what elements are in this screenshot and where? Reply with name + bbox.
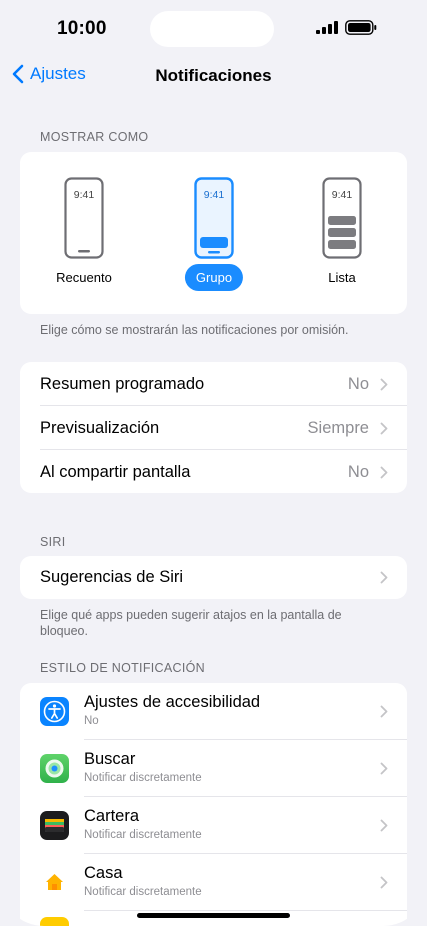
section-header-display-as: MOSTRAR COMO <box>40 130 149 144</box>
display-option-group-time: 9:41 <box>203 189 225 201</box>
chevron-right-icon <box>380 705 388 718</box>
row-screen-sharing-label: Al compartir pantalla <box>40 462 191 481</box>
app-name: Ajustes de accesibilidad <box>84 693 261 711</box>
display-option-count-time: 9:41 <box>73 189 95 201</box>
home-indicator[interactable] <box>137 913 290 918</box>
status-time: 10:00 <box>57 18 107 39</box>
chevron-right-icon <box>380 571 388 584</box>
row-scheduled-summary-value: No <box>347 374 369 393</box>
display-option-list[interactable]: 9:41 Lista <box>282 152 402 314</box>
display-option-count-label: Recuento <box>56 270 112 285</box>
row-screen-sharing[interactable]: Al compartir pantalla No <box>20 450 407 493</box>
app-row-accessibility[interactable]: Ajustes de accesibilidad No <box>20 683 407 740</box>
row-preview-value: Siempre <box>307 418 369 437</box>
chevron-right-icon <box>380 466 388 478</box>
phone-screen: 10:00 Ajustes Notificaciones MOSTRAR COM… <box>0 0 427 926</box>
app-subtitle: No <box>84 715 99 727</box>
status-bar: 10:00 <box>0 0 427 60</box>
siri-footnote: Elige qué apps pueden sugerir atajos en … <box>40 608 342 638</box>
row-siri-suggestions-label: Sugerencias de Siri <box>40 568 184 586</box>
row-preview-label: Previsualización <box>40 418 160 437</box>
display-option-count[interactable]: 9:41 Recuento <box>24 152 144 314</box>
find-my-icon <box>40 754 69 783</box>
section-header-notification-style: ESTILO DE NOTIFICACIÓN <box>40 661 205 675</box>
row-scheduled-summary-label: Resumen programado <box>40 374 205 393</box>
app-row-find-my[interactable]: Buscar Notificar discretamente <box>20 740 407 797</box>
chevron-right-icon <box>380 378 388 390</box>
app-subtitle: Notificar discretamente <box>84 772 202 784</box>
display-as-footnote: Elige cómo se mostrarán las notificacion… <box>40 323 349 337</box>
app-subtitle: Notificar discretamente <box>84 886 202 898</box>
row-scheduled-summary[interactable]: Resumen programado No <box>20 362 407 406</box>
display-option-group[interactable]: 9:41 Grupo <box>154 152 274 314</box>
row-preview[interactable]: Previsualización Siempre <box>20 406 407 450</box>
app-row-home[interactable]: Casa Notificar discretamente <box>20 854 407 911</box>
row-screen-sharing-value: No <box>347 462 369 481</box>
row-siri-suggestions[interactable]: Sugerencias de Siri <box>20 556 407 599</box>
home-icon <box>40 868 69 897</box>
app-name: Cartera <box>84 807 140 825</box>
cellular-signal-icon <box>316 21 338 34</box>
display-option-list-time: 9:41 <box>331 189 353 201</box>
chevron-right-icon <box>380 819 388 832</box>
app-name: Buscar <box>84 750 136 768</box>
siri-card: Sugerencias de Siri <box>20 556 407 599</box>
chevron-right-icon <box>380 876 388 889</box>
dynamic-island <box>150 11 274 47</box>
app-row-wallet[interactable]: Cartera Notificar discretamente <box>20 797 407 854</box>
display-option-group-label: Grupo <box>184 264 244 291</box>
general-settings-card: Resumen programado No Previsualización S… <box>20 362 407 493</box>
app-name: Casa <box>84 864 123 882</box>
chevron-right-icon <box>380 422 388 434</box>
navigation-bar: Ajustes Notificaciones <box>0 58 427 92</box>
display-option-list-label: Lista <box>328 270 356 285</box>
app-subtitle: Notificar discretamente <box>84 829 202 841</box>
section-header-siri: SIRI <box>40 535 66 549</box>
app-icon-partial <box>40 917 69 926</box>
chevron-right-icon <box>380 762 388 775</box>
notification-style-card: Ajustes de accesibilidad No Buscar Notif… <box>20 683 407 926</box>
wallet-icon <box>40 811 69 840</box>
display-style-card: 9:41 Recuento 9:41 Grupo 9:41 Lista <box>20 152 407 314</box>
accessibility-icon <box>40 697 69 726</box>
battery-icon <box>345 20 377 35</box>
page-title: Notificaciones <box>155 66 272 85</box>
